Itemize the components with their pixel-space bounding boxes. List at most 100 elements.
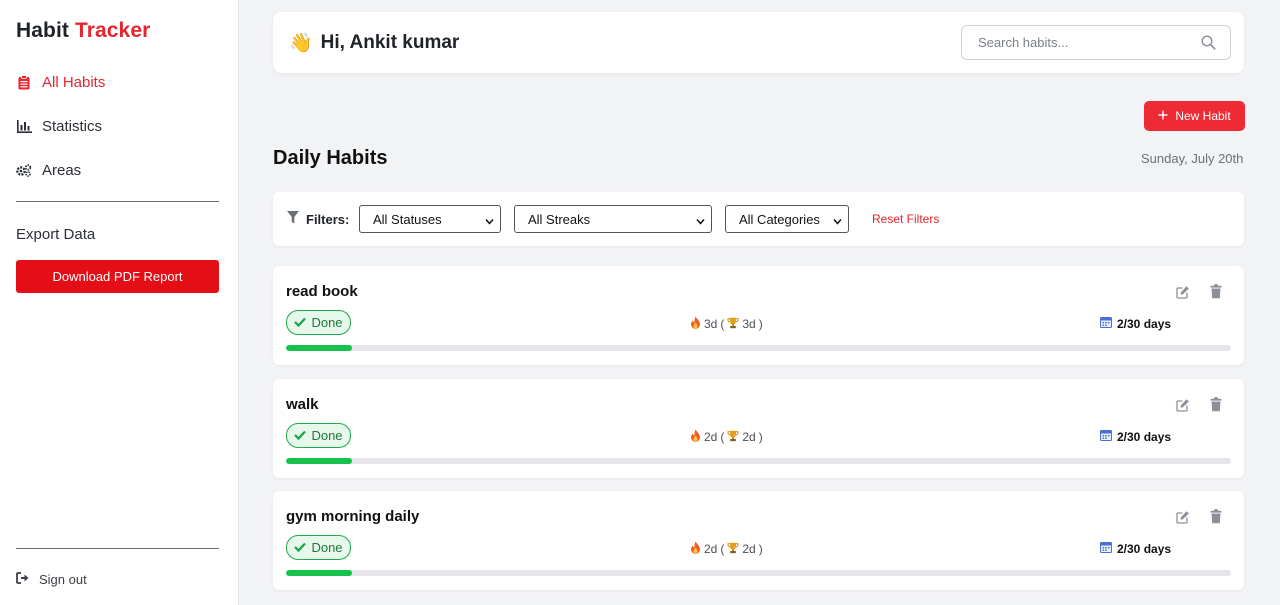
greeting-text: Hi, Ankit kumar — [320, 32, 460, 53]
status-badge[interactable]: Done — [286, 535, 351, 560]
streak-close-paren: ) — [758, 317, 763, 331]
status-filter-value: All Statuses — [373, 211, 442, 227]
trash-icon[interactable] — [1210, 397, 1222, 417]
edit-icon[interactable] — [1176, 285, 1190, 304]
fire-icon — [690, 429, 701, 445]
cogs-icon — [16, 162, 32, 178]
streak-close-paren: ) — [758, 542, 763, 556]
edit-icon[interactable] — [1176, 510, 1190, 529]
category-filter-value: All Categories — [739, 211, 820, 227]
streak-filter-value: All Streaks — [528, 211, 591, 227]
filters-bar: Filters: All Statuses All Streaks All Ca… — [273, 192, 1244, 246]
header-card: 👋 Hi, Ankit kumar — [273, 12, 1244, 73]
calendar-icon — [1100, 316, 1112, 331]
streak-info: 3d ( 3d) — [690, 316, 763, 332]
streak-close-paren: ) — [758, 430, 763, 444]
wave-icon: 👋 — [289, 33, 313, 54]
sidebar-divider — [16, 548, 219, 549]
status-text: Done — [311, 428, 343, 443]
days-text: 2/30 days — [1117, 541, 1172, 556]
sign-out-label: Sign out — [39, 572, 87, 587]
habit-name: gym morning daily — [286, 508, 420, 525]
days-text: 2/30 days — [1117, 429, 1172, 444]
search-icon[interactable] — [1201, 35, 1216, 55]
page-title: Daily Habits — [273, 147, 388, 169]
streak-open-paren: ( — [720, 317, 725, 331]
chevron-down-icon — [696, 214, 705, 229]
current-date: Sunday, July 20th — [1141, 151, 1244, 166]
sidebar-item-areas[interactable]: Areas — [16, 159, 81, 181]
current-streak: 2d — [704, 430, 718, 444]
progress-fill — [286, 345, 353, 351]
best-streak: 2d — [742, 542, 756, 556]
bar-chart-icon — [16, 118, 32, 134]
search-box — [961, 25, 1231, 60]
progress-bar — [286, 345, 1231, 351]
new-habit-label: New Habit — [1175, 109, 1231, 123]
download-pdf-button[interactable]: Download PDF Report — [16, 260, 219, 293]
brand-accent-text: Tracker — [74, 19, 151, 42]
calendar-icon — [1100, 429, 1112, 444]
sign-out-icon — [16, 572, 30, 587]
status-filter-select[interactable]: All Statuses — [359, 205, 501, 233]
streak-open-paren: ( — [720, 430, 725, 444]
trophy-icon — [727, 430, 739, 445]
brand-text: Habit — [16, 19, 69, 42]
new-habit-button[interactable]: New Habit — [1144, 101, 1245, 131]
habit-name: read book — [286, 283, 358, 300]
habit-card: gym morning daily Done 2d ( 2d) 2/30 day… — [273, 491, 1244, 590]
days-progress: 2/30 days — [1100, 429, 1171, 444]
days-progress: 2/30 days — [1100, 541, 1171, 556]
trash-icon[interactable] — [1210, 509, 1222, 529]
progress-fill — [286, 570, 353, 576]
sidebar-item-statistics[interactable]: Statistics — [16, 115, 102, 137]
days-text: 2/30 days — [1117, 316, 1172, 331]
status-text: Done — [311, 540, 343, 555]
current-streak: 3d — [704, 317, 718, 331]
check-icon — [294, 540, 307, 555]
streak-open-paren: ( — [720, 542, 725, 556]
category-filter-select[interactable]: All Categories — [725, 205, 849, 233]
habit-card: walk Done 2d ( 2d) 2/30 days — [273, 379, 1244, 478]
app-logo: Habit Tracker — [16, 19, 150, 43]
greeting: 👋 Hi, Ankit kumar — [289, 31, 459, 55]
edit-icon[interactable] — [1176, 398, 1190, 417]
calendar-icon — [1100, 541, 1112, 556]
fire-icon — [690, 541, 701, 557]
sidebar-item-label: Areas — [42, 161, 82, 179]
trash-icon[interactable] — [1210, 284, 1222, 304]
check-icon — [294, 428, 307, 443]
sidebar-item-label: All Habits — [42, 73, 106, 91]
filter-icon — [287, 211, 299, 227]
search-input[interactable] — [962, 35, 1182, 50]
streak-filter-select[interactable]: All Streaks — [514, 205, 712, 233]
status-badge[interactable]: Done — [286, 423, 351, 448]
progress-bar — [286, 458, 1231, 464]
streak-info: 2d ( 2d) — [690, 429, 763, 445]
sidebar-item-label: Statistics — [42, 117, 103, 135]
fire-icon — [690, 316, 701, 332]
reset-filters-link[interactable]: Reset Filters — [872, 212, 939, 226]
sign-out-link[interactable]: Sign out — [16, 572, 87, 587]
trophy-icon — [727, 542, 739, 557]
days-progress: 2/30 days — [1100, 316, 1171, 331]
habit-name: walk — [286, 396, 319, 413]
progress-bar — [286, 570, 1231, 576]
sidebar-item-all-habits[interactable]: All Habits — [16, 71, 105, 93]
progress-fill — [286, 458, 353, 464]
chevron-down-icon — [485, 214, 494, 229]
clipboard-icon — [16, 74, 32, 90]
chevron-down-icon — [833, 214, 842, 229]
streak-info: 2d ( 2d) — [690, 541, 763, 557]
export-data-label: Export Data — [16, 226, 96, 243]
current-streak: 2d — [704, 542, 718, 556]
sidebar-divider — [16, 201, 219, 202]
sidebar: Habit Tracker All Habits Statistics Area… — [0, 0, 239, 605]
best-streak: 3d — [742, 317, 756, 331]
trophy-icon — [727, 317, 739, 332]
filters-label-text: Filters: — [306, 211, 350, 227]
status-badge[interactable]: Done — [286, 310, 351, 335]
plus-icon — [1158, 109, 1168, 123]
filters-label: Filters: — [287, 211, 349, 227]
best-streak: 2d — [742, 430, 756, 444]
